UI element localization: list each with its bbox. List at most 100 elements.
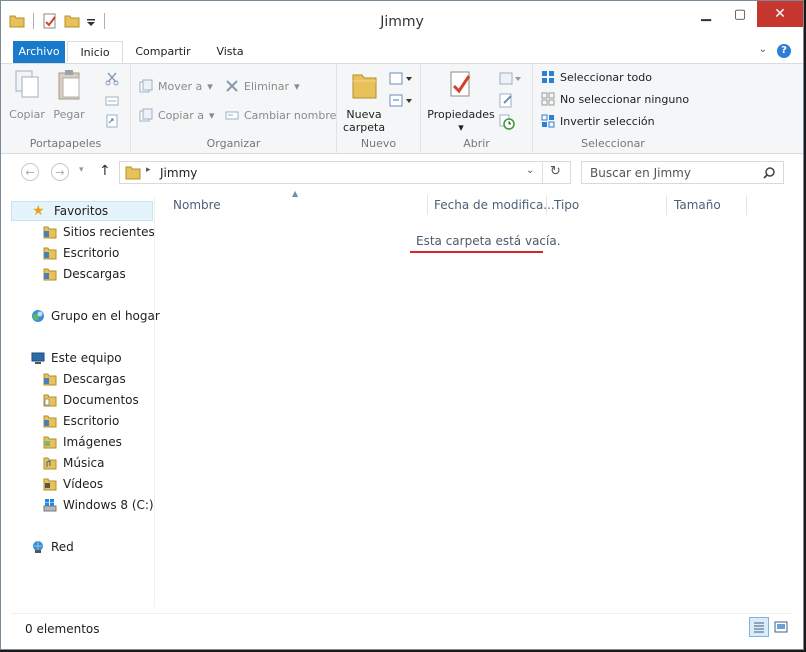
nav-pc-downloads[interactable]: Descargas bbox=[43, 369, 126, 389]
nav-recent[interactable]: Sitios recientes bbox=[43, 222, 155, 242]
nav-this-pc[interactable]: Este equipo bbox=[31, 348, 122, 368]
details-view-icon bbox=[754, 622, 764, 633]
search-icon[interactable] bbox=[763, 167, 775, 179]
column-date[interactable]: Fecha de modifica... bbox=[434, 193, 555, 217]
divider bbox=[542, 162, 543, 183]
group-clipboard: Copiar Pegar Portapapeles bbox=[1, 64, 131, 153]
move-to-label: Mover a bbox=[158, 79, 203, 93]
nav-network[interactable]: Red bbox=[31, 537, 74, 557]
invert-selection-label: Invertir selección bbox=[560, 114, 655, 128]
open-icon[interactable] bbox=[499, 70, 523, 86]
refresh-icon[interactable]: ↻ bbox=[550, 164, 561, 179]
group-organize: Mover a ▾ Copiar a ▾ Eliminar ▾ Cambiar nom… bbox=[131, 64, 337, 153]
nav-desktop[interactable]: Escritorio bbox=[43, 243, 119, 263]
tab-archivo[interactable]: Archivo bbox=[13, 41, 65, 63]
tab-compartir[interactable]: Compartir bbox=[131, 41, 195, 63]
group-label-organize: Organizar bbox=[206, 137, 261, 150]
chevron-down-icon: ▾ bbox=[208, 108, 215, 122]
cut-icon[interactable] bbox=[105, 72, 119, 86]
new-folder-label-1: Nueva bbox=[346, 108, 382, 121]
move-icon bbox=[139, 79, 153, 93]
forward-button[interactable]: → bbox=[51, 163, 69, 181]
nav-downloads-label: Descargas bbox=[63, 267, 126, 281]
recent-locations-icon[interactable]: ▾ bbox=[79, 165, 84, 175]
up-icon[interactable]: ↑ bbox=[99, 163, 111, 179]
homegroup-icon bbox=[32, 310, 44, 322]
nav-pc-documents[interactable]: Documentos bbox=[43, 390, 139, 410]
highlight-underline bbox=[410, 251, 543, 253]
new-folder-button[interactable]: Nueva carpeta bbox=[343, 69, 385, 134]
sort-ascending-icon: ▲ bbox=[292, 189, 299, 198]
nav-pc-pictures[interactable]: Imágenes bbox=[43, 432, 122, 452]
new-item-icon[interactable] bbox=[389, 72, 413, 86]
nav-homegroup[interactable]: Grupo en el hogar bbox=[31, 306, 160, 326]
history-icon[interactable] bbox=[499, 114, 515, 130]
column-divider[interactable] bbox=[666, 195, 667, 215]
desktop-folder-icon bbox=[43, 247, 57, 260]
column-divider[interactable] bbox=[546, 195, 547, 215]
edit-icon[interactable] bbox=[499, 92, 515, 108]
paste-shortcut-icon[interactable] bbox=[105, 114, 119, 128]
help-icon[interactable]: ? bbox=[777, 44, 791, 58]
chevron-down-icon[interactable]: ⌄ bbox=[526, 165, 534, 176]
nav-pc-desktop-label: Escritorio bbox=[63, 414, 120, 428]
back-button[interactable]: ← bbox=[21, 163, 39, 181]
move-to-button[interactable]: Mover a ▾ bbox=[139, 77, 213, 95]
large-icons-view-button[interactable] bbox=[771, 617, 791, 637]
invert-selection-button[interactable]: Invertir selección bbox=[541, 112, 655, 130]
details-view-button[interactable] bbox=[749, 617, 769, 637]
nav-recent-label: Sitios recientes bbox=[63, 225, 155, 239]
ribbon: Copiar Pegar Portapapeles Mover a ▾ Copia… bbox=[1, 64, 803, 154]
nav-favorites-label: Favoritos bbox=[54, 204, 109, 218]
nav-pc-videos[interactable]: Vídeos bbox=[43, 474, 103, 494]
paste-icon bbox=[58, 70, 80, 100]
column-type[interactable]: Tipo bbox=[554, 193, 579, 217]
rename-label: Cambiar nombre bbox=[244, 108, 337, 122]
window-controls: ▁ ▢ ✕ bbox=[689, 1, 803, 27]
nav-pc-music[interactable]: Música bbox=[43, 453, 105, 473]
select-none-icon bbox=[541, 92, 555, 106]
computer-icon bbox=[31, 352, 45, 364]
easy-access-icon[interactable] bbox=[389, 94, 413, 108]
tab-inicio[interactable]: Inicio bbox=[67, 41, 123, 63]
title-bar: Jimmy ▁ ▢ ✕ bbox=[1, 1, 803, 41]
paste-button[interactable]: Pegar bbox=[49, 69, 89, 121]
select-none-button[interactable]: No seleccionar ninguno bbox=[541, 90, 689, 108]
copy-to-button[interactable]: Copiar a ▾ bbox=[139, 106, 214, 124]
breadcrumb-jimmy[interactable]: Jimmy bbox=[160, 166, 197, 180]
rename-button[interactable]: Cambiar nombre bbox=[225, 106, 336, 124]
tab-vista[interactable]: Vista bbox=[207, 41, 253, 63]
nav-pc-drive-c[interactable]: Windows 8 (C:) bbox=[43, 495, 154, 515]
nav-homegroup-label: Grupo en el hogar bbox=[51, 309, 160, 323]
close-button[interactable]: ✕ bbox=[757, 1, 803, 27]
search-input[interactable]: Buscar en Jimmy bbox=[581, 161, 784, 184]
folder-icon bbox=[125, 166, 141, 180]
copy-button[interactable]: Copiar bbox=[7, 69, 47, 121]
column-divider[interactable] bbox=[427, 195, 428, 215]
nav-pc-desktop[interactable]: Escritorio bbox=[43, 411, 119, 431]
properties-button[interactable]: Propiedades ▾ bbox=[427, 69, 495, 134]
address-bar[interactable]: ▸ Jimmy ⌄ ↻ bbox=[119, 161, 571, 184]
pane-splitter[interactable] bbox=[154, 197, 155, 607]
column-size[interactable]: Tamaño bbox=[674, 193, 721, 217]
new-folder-label-2: carpeta bbox=[343, 121, 386, 134]
column-name[interactable]: Nombre bbox=[173, 193, 221, 217]
explorer-window: Jimmy ▁ ▢ ✕ Archivo Inicio Compartir Vis… bbox=[0, 0, 804, 650]
delete-button[interactable]: Eliminar ▾ bbox=[225, 77, 300, 95]
minimize-button[interactable]: ▁ bbox=[689, 1, 723, 27]
nav-downloads[interactable]: Descargas bbox=[43, 264, 126, 284]
maximize-button[interactable]: ▢ bbox=[723, 1, 757, 27]
navigation-pane: ★ Favoritos Sitios recientes Escritorio … bbox=[11, 197, 160, 607]
nav-favorites[interactable]: ★ Favoritos bbox=[11, 201, 153, 221]
nav-desktop-label: Escritorio bbox=[63, 246, 120, 260]
select-all-button[interactable]: Seleccionar todo bbox=[541, 68, 652, 86]
empty-folder-message: Esta carpeta está vacía. bbox=[416, 234, 561, 248]
chevron-right-icon[interactable]: ▸ bbox=[146, 165, 151, 175]
chevron-down-icon[interactable]: ⌄ bbox=[759, 44, 767, 55]
select-all-icon bbox=[542, 71, 554, 83]
search-placeholder: Buscar en Jimmy bbox=[590, 166, 691, 180]
group-new: Nueva carpeta Nuevo bbox=[337, 64, 421, 153]
copy-path-icon[interactable] bbox=[105, 94, 119, 108]
column-divider[interactable] bbox=[746, 195, 747, 215]
windows-drive-icon bbox=[43, 499, 57, 512]
